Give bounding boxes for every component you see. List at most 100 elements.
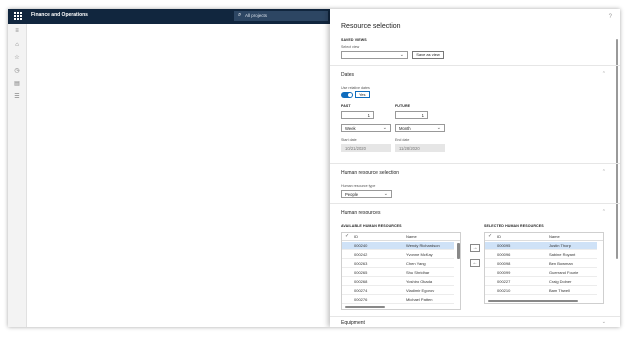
hr-type-value: People [345, 192, 359, 197]
search-box[interactable]: ⌕ All projects [234, 11, 328, 21]
future-count-field[interactable]: 1 [395, 111, 428, 119]
available-hr-heading: AVAILABLE HUMAN RESOURCES [341, 224, 402, 228]
past-count-field[interactable]: 1 [341, 111, 374, 119]
resource-name-cell: Vladimir Egorov [406, 288, 435, 293]
table-row[interactable]: 000099 Guerrand Fourie [485, 269, 597, 277]
resource-id-cell: 000276 [354, 297, 368, 302]
selected-hr-heading: SELECTED HUMAN RESOURCES [484, 224, 544, 228]
table-row[interactable]: 000095 Justin Thorp [485, 242, 597, 250]
hr-type-label: Human resource type [341, 184, 376, 188]
vertical-scrollbar[interactable] [457, 243, 460, 259]
table-row[interactable]: 000268 Yoshiro Okada [342, 278, 454, 286]
table-row[interactable]: 000242 Yvonne McKay [342, 251, 454, 259]
resource-id-cell: 000210 [497, 288, 511, 293]
start-date-field: 10/21/2020 [341, 144, 391, 152]
available-hr-grid: ✓ ID Name 000240 Wendy Richardson 000242 Yv… [341, 232, 461, 310]
hr-type-dropdown[interactable]: People ⌄ [341, 190, 392, 198]
resource-id-cell: 000096 [497, 252, 511, 257]
table-row[interactable]: 000263 Chen Yang [342, 260, 454, 268]
start-date-value: 10/21/2020 [345, 146, 366, 151]
horizontal-scrollbar[interactable] [488, 300, 578, 302]
table-row[interactable]: 000240 Wendy Richardson [342, 242, 454, 250]
collapse-chevron-icon[interactable]: ⌃ [602, 209, 606, 215]
resource-id-cell: 000268 [354, 279, 368, 284]
clock-icon[interactable]: ◷ [13, 67, 21, 75]
end-date-field: 11/28/2020 [395, 144, 445, 152]
app-name: Finance and Operations [31, 12, 88, 18]
resource-id-cell: 000098 [497, 261, 511, 266]
resource-id-cell: 000099 [497, 270, 511, 275]
name-column-header[interactable]: Name [549, 234, 560, 239]
collapse-chevron-icon[interactable]: ⌃ [602, 71, 606, 77]
table-row[interactable]: 000096 Sabine Royant [485, 251, 597, 259]
app-launcher-icon[interactable] [14, 12, 23, 21]
chevron-down-icon: ⌄ [399, 52, 404, 58]
hr-selection-heading[interactable]: Human resource selection [341, 170, 399, 176]
resource-name-cell: Ben Bowman [549, 261, 573, 266]
table-row[interactable]: 000274 Vladimir Egorov [342, 287, 454, 295]
resource-id-cell: 000227 [497, 279, 511, 284]
table-row[interactable]: 000276 Michael Patten [342, 296, 454, 304]
workspace-area [27, 24, 330, 327]
chevron-down-icon: ⌄ [436, 125, 441, 131]
future-count-value: 1 [421, 113, 424, 118]
table-row[interactable]: 000265 Shu Shridhar [342, 269, 454, 277]
name-column-header[interactable]: Name [406, 234, 417, 239]
id-column-header[interactable]: ID [497, 234, 501, 239]
resource-selection-panel: ? Resource selection SAVED VIEWS Select … [330, 9, 620, 327]
select-view-dropdown[interactable]: ⌄ [341, 51, 408, 59]
resource-name-cell: Shu Shridhar [406, 270, 430, 275]
move-right-button[interactable]: → [470, 244, 480, 252]
table-row[interactable]: 000098 Ben Bowman [485, 260, 597, 268]
resource-id-cell: 000265 [354, 270, 368, 275]
past-unit-value: Week [345, 126, 356, 131]
top-bar: Finance and Operations ⌕ All projects [8, 9, 330, 24]
app-window: Finance and Operations ⌕ All projects ≡ … [8, 9, 620, 327]
future-unit-value: Month [399, 126, 411, 131]
move-left-button[interactable]: ← [470, 259, 480, 267]
resource-name-cell: Yoshiro Okada [406, 279, 433, 284]
save-as-view-button[interactable]: Save as view [412, 51, 444, 59]
resource-name-cell: Bam Thwell [549, 288, 570, 293]
table-row[interactable]: 000210 Bam Thwell [485, 287, 597, 295]
relative-dates-label: Use relative dates [341, 86, 370, 90]
chevron-down-icon: ⌄ [382, 125, 387, 131]
resource-name-cell: Chen Yang [406, 261, 426, 266]
left-navigation: ≡ ⌂ ☆ ◷ ▤ ☰ [8, 24, 27, 327]
future-unit-dropdown[interactable]: Month ⌄ [395, 124, 445, 132]
chevron-down-icon: ⌄ [383, 191, 388, 197]
equipment-heading[interactable]: Equipment [341, 320, 365, 326]
relative-dates-value: Yes [355, 91, 370, 98]
home-icon[interactable]: ⌂ [13, 41, 21, 49]
saved-views-heading: SAVED VIEWS [341, 38, 367, 42]
panel-title: Resource selection [341, 23, 401, 30]
resource-name-cell: Wendy Richardson [406, 243, 440, 248]
list-icon[interactable]: ☰ [13, 93, 21, 101]
search-icon: ⌕ [238, 12, 242, 18]
future-heading: FUTURE [395, 104, 411, 108]
past-unit-dropdown[interactable]: Week ⌄ [341, 124, 391, 132]
grid-header: ✓ ID Name [342, 233, 460, 241]
star-icon[interactable]: ☆ [13, 54, 21, 62]
hr-selection-section: Human resource selection ⌃ Human resourc… [330, 163, 620, 201]
collapse-chevron-icon[interactable]: ⌃ [602, 169, 606, 175]
start-date-label: Start date [341, 138, 357, 142]
expand-chevron-icon[interactable]: ⌄ [602, 319, 606, 325]
resource-id-cell: 000242 [354, 252, 368, 257]
resource-name-cell: Michael Patten [406, 297, 433, 302]
dates-heading[interactable]: Dates [341, 72, 354, 78]
id-column-header[interactable]: ID [354, 234, 358, 239]
help-icon[interactable]: ? [609, 14, 612, 20]
horizontal-scrollbar[interactable] [345, 306, 385, 308]
workspace-icon[interactable]: ▤ [13, 80, 21, 88]
table-row[interactable]: 000227 Craig Dolner [485, 278, 597, 286]
check-icon[interactable]: ✓ [345, 233, 349, 239]
resource-id-cell: 000095 [497, 243, 511, 248]
human-resources-heading[interactable]: Human resources [341, 210, 380, 216]
dates-section: Dates ⌃ Use relative dates Yes PAST FUTU… [330, 65, 620, 165]
selected-hr-grid: ✓ ID Name 000095 Justin Thorp 000096 Sabine… [484, 232, 604, 304]
search-placeholder: All projects [245, 13, 268, 18]
hamburger-icon[interactable]: ≡ [13, 27, 21, 35]
check-icon[interactable]: ✓ [488, 233, 492, 239]
relative-dates-toggle[interactable] [341, 92, 353, 98]
